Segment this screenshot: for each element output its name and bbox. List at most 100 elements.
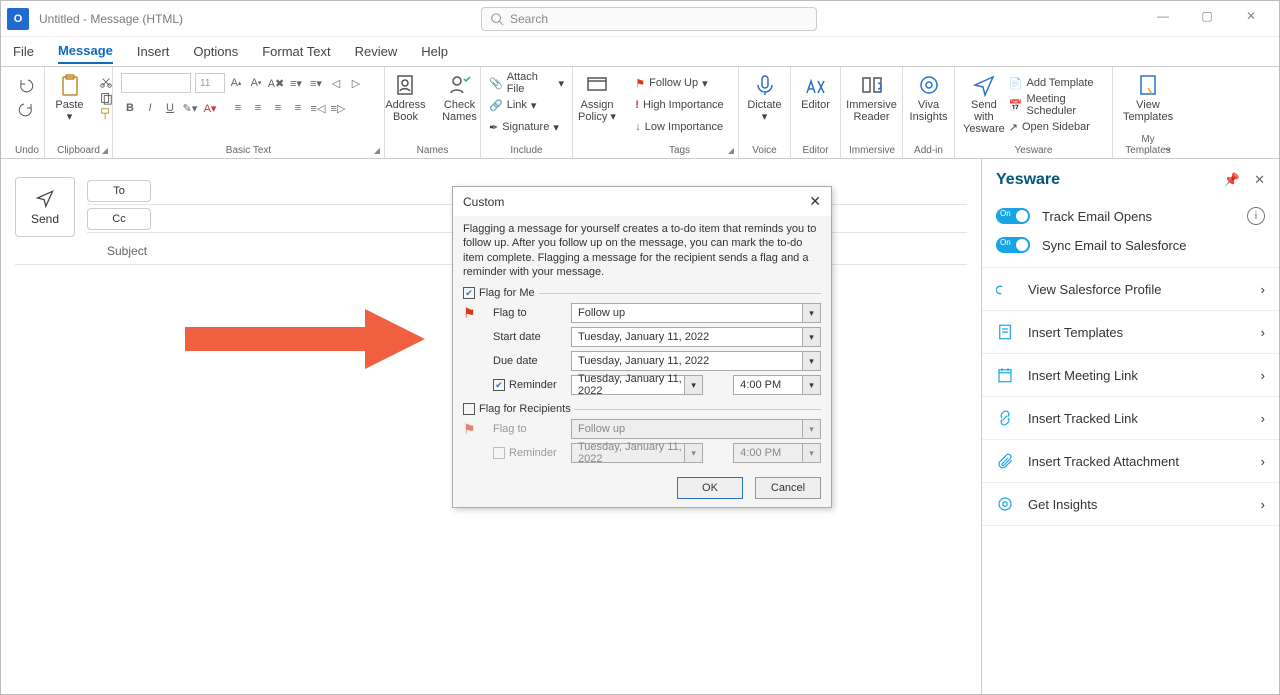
pin-icon[interactable]: 📌 bbox=[1224, 172, 1240, 188]
underline-icon[interactable]: U bbox=[161, 99, 179, 117]
paste-button[interactable]: Paste▾ bbox=[45, 71, 95, 123]
low-importance-button[interactable]: ↓Low Importance bbox=[635, 117, 723, 137]
align-center-icon[interactable]: ≡ bbox=[249, 99, 267, 117]
ribbon-group-editor: Editor Editor bbox=[791, 67, 841, 158]
flag-for-recipients-checkbox[interactable]: Flag for Recipients bbox=[463, 403, 571, 415]
dictate-button[interactable]: Dictate▾ bbox=[740, 71, 790, 123]
font-color-icon[interactable]: A▾ bbox=[201, 99, 219, 117]
check-names-button[interactable]: Check Names bbox=[435, 71, 485, 123]
tab-review[interactable]: Review bbox=[355, 40, 398, 63]
due-date-input[interactable]: Tuesday, January 11, 2022▾ bbox=[571, 351, 821, 371]
open-sidebar-button[interactable]: ↗Open Sidebar bbox=[1009, 117, 1104, 137]
group-name-voice: Voice bbox=[747, 145, 782, 156]
decrease-indent-icon[interactable]: ◁ bbox=[327, 74, 345, 92]
yesware-panel: Yesware 📌 ✕ On Track Email Opens i On Sy… bbox=[981, 159, 1279, 694]
attach-file-button[interactable]: 📎Attach File ▾ bbox=[489, 73, 564, 93]
reminder-time-input[interactable]: 4:00 PM▾ bbox=[733, 375, 821, 395]
ribbon-group-immersive: Immersive Reader Immersive bbox=[841, 67, 903, 158]
bullets-icon[interactable]: ≡▾ bbox=[287, 74, 305, 92]
start-date-input[interactable]: Tuesday, January 11, 2022▾ bbox=[571, 327, 821, 347]
editor-button[interactable]: Editor bbox=[791, 71, 841, 111]
bold-icon[interactable]: B bbox=[121, 99, 139, 117]
basictext-expand-icon[interactable]: ◢ bbox=[374, 146, 380, 155]
insert-tracked-link[interactable]: Insert Tracked Link› bbox=[982, 397, 1279, 440]
font-select[interactable] bbox=[121, 73, 191, 93]
maximize-button[interactable]: ▢ bbox=[1185, 1, 1229, 31]
get-insights[interactable]: Get Insights› bbox=[982, 483, 1279, 526]
tab-help[interactable]: Help bbox=[421, 40, 448, 63]
immersive-reader-button[interactable]: Immersive Reader bbox=[847, 71, 897, 123]
tab-message[interactable]: Message bbox=[58, 39, 113, 64]
decrease-font-icon[interactable]: A▾ bbox=[247, 74, 265, 92]
group-name-basictext: Basic Text bbox=[121, 145, 376, 156]
clear-format-icon[interactable]: A✖ bbox=[267, 74, 285, 92]
viva-insights-button[interactable]: Viva Insights bbox=[904, 71, 954, 123]
reminder-checkbox[interactable]: ✔Reminder bbox=[493, 379, 563, 391]
minimize-button[interactable]: — bbox=[1141, 1, 1185, 31]
tab-options[interactable]: Options bbox=[193, 40, 238, 63]
flag-to-select[interactable]: Follow up▾ bbox=[571, 303, 821, 323]
undo-icon[interactable] bbox=[18, 77, 34, 93]
sync-sf-toggle[interactable]: On bbox=[996, 237, 1030, 253]
title-bar: O Untitled - Message (HTML) Search — ▢ ✕ bbox=[1, 1, 1279, 37]
signature-button[interactable]: ✒Signature ▾ bbox=[489, 117, 564, 137]
highlight-icon[interactable]: ✎▾ bbox=[181, 99, 199, 117]
format-painter-icon[interactable] bbox=[99, 107, 113, 121]
justify-icon[interactable]: ≡ bbox=[289, 99, 307, 117]
cut-icon[interactable] bbox=[99, 75, 113, 89]
tab-insert[interactable]: Insert bbox=[137, 40, 170, 63]
high-importance-button[interactable]: !High Importance bbox=[635, 95, 723, 115]
insert-templates[interactable]: Insert Templates› bbox=[982, 311, 1279, 354]
dialog-close-icon[interactable]: ✕ bbox=[809, 193, 821, 210]
outlook-logo-icon: O bbox=[7, 8, 29, 30]
reminder-date-input[interactable]: Tuesday, January 11, 2022▾ bbox=[571, 375, 703, 395]
ok-button[interactable]: OK bbox=[677, 477, 743, 499]
ribbon-group-voice: Dictate▾ Voice bbox=[739, 67, 791, 158]
indent-icon[interactable]: ≡▷ bbox=[329, 99, 347, 117]
align-left-icon[interactable]: ≡ bbox=[229, 99, 247, 117]
cancel-button[interactable]: Cancel bbox=[755, 477, 821, 499]
link-button[interactable]: 🔗Link ▾ bbox=[489, 95, 564, 115]
cc-button[interactable]: Cc bbox=[87, 208, 151, 230]
tab-format-text[interactable]: Format Text bbox=[262, 40, 330, 63]
to-button[interactable]: To bbox=[87, 180, 151, 202]
increase-font-icon[interactable]: A▴ bbox=[227, 74, 245, 92]
meeting-scheduler-button[interactable]: 📅Meeting Scheduler bbox=[1009, 95, 1104, 115]
sync-sf-label: Sync Email to Salesforce bbox=[1042, 238, 1187, 253]
outdent-icon[interactable]: ≡◁ bbox=[309, 99, 327, 117]
numbering-icon[interactable]: ≡▾ bbox=[307, 74, 325, 92]
view-salesforce-profile[interactable]: View Salesforce Profile› bbox=[982, 268, 1279, 311]
tab-file[interactable]: File bbox=[13, 40, 34, 63]
ribbon-group-basic-text: 11 A▴ A▾ A✖ ≡▾ ≡▾ ◁ ▷ B I U ✎▾ A▾ ≡ ≡ ≡ … bbox=[113, 67, 385, 158]
clipboard-expand-icon[interactable]: ◢ bbox=[102, 146, 108, 155]
flag-for-me-checkbox[interactable]: ✔Flag for Me bbox=[463, 287, 535, 299]
follow-up-button[interactable]: ⚑Follow Up ▾ bbox=[635, 73, 723, 93]
tags-expand-icon[interactable]: ◢ bbox=[728, 146, 734, 155]
r-reminder-date-input: Tuesday, January 11, 2022▾ bbox=[571, 443, 703, 463]
increase-indent-icon[interactable]: ▷ bbox=[347, 74, 365, 92]
font-size-select[interactable]: 11 bbox=[195, 73, 225, 93]
send-button[interactable]: Send bbox=[15, 177, 75, 237]
target-icon bbox=[996, 495, 1014, 513]
assign-policy-button[interactable]: Assign Policy ▾ bbox=[572, 71, 622, 123]
info-icon[interactable]: i bbox=[1247, 207, 1265, 225]
insert-tracked-attachment[interactable]: Insert Tracked Attachment› bbox=[982, 440, 1279, 483]
italic-icon[interactable]: I bbox=[141, 99, 159, 117]
view-templates-button[interactable]: View Templates bbox=[1123, 71, 1173, 123]
align-right-icon[interactable]: ≡ bbox=[269, 99, 287, 117]
send-with-yesware-button[interactable]: Send with Yesware bbox=[963, 71, 1005, 135]
address-book-button[interactable]: Address Book bbox=[381, 71, 431, 123]
track-opens-toggle[interactable]: On bbox=[996, 208, 1030, 224]
panel-close-icon[interactable]: ✕ bbox=[1254, 172, 1265, 188]
dialog-description: Flagging a message for yourself creates … bbox=[453, 216, 831, 285]
group-name-include: Include bbox=[489, 145, 564, 156]
add-template-button[interactable]: 📄Add Template bbox=[1009, 73, 1104, 93]
close-button[interactable]: ✕ bbox=[1229, 1, 1273, 31]
redo-icon[interactable] bbox=[18, 101, 34, 117]
insert-meeting-link[interactable]: Insert Meeting Link› bbox=[982, 354, 1279, 397]
menu-tabs: File Message Insert Options Format Text … bbox=[1, 37, 1279, 67]
ribbon-group-yesware: Send with Yesware 📄Add Template 📅Meeting… bbox=[955, 67, 1113, 158]
search-input[interactable]: Search bbox=[481, 7, 817, 31]
ribbon-collapse-icon[interactable]: ⌄ bbox=[1163, 140, 1173, 154]
copy-icon[interactable] bbox=[99, 91, 113, 105]
